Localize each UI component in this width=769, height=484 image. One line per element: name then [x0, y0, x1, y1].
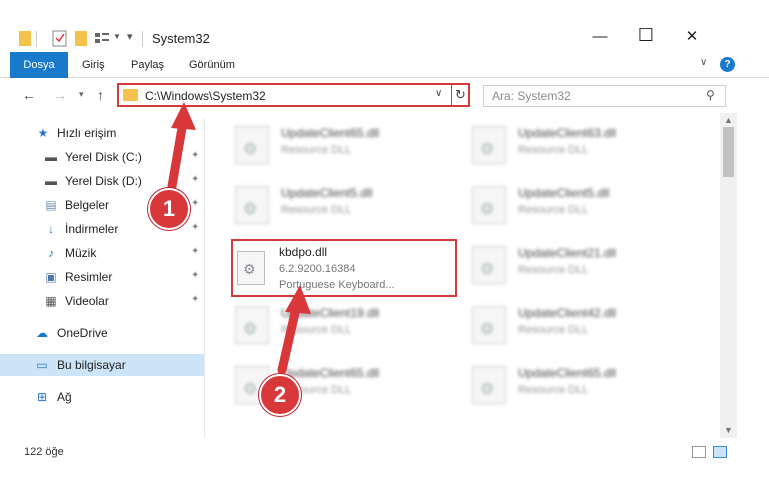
folder-icon [19, 31, 31, 46]
cloud-icon: ☁ [36, 326, 48, 340]
highlighted-file-item[interactable]: ⚙ kbdpo.dll 6.2.9200.16384 Portuguese Ke… [231, 239, 457, 297]
dll-file-icon: ⚙ [472, 366, 506, 404]
recent-locations-icon[interactable]: ▾ [79, 89, 84, 100]
view-options-icon[interactable] [94, 28, 110, 50]
file-description: Portuguese Keyboard... [279, 279, 395, 291]
drive-icon: ▬ [45, 150, 57, 164]
video-icon: ▦ [45, 294, 57, 308]
search-box[interactable]: Ara: System32 ⚲ [483, 85, 726, 107]
pictures-icon: ▣ [45, 270, 57, 284]
separator [36, 31, 37, 47]
dll-file-icon: ⚙ [472, 306, 506, 344]
computer-icon: ▭ [36, 358, 48, 372]
pin-icon[interactable]: ✦ [191, 270, 199, 281]
document-icon: ▤ [45, 198, 57, 212]
file-version: 6.2.9200.16384 [279, 263, 356, 275]
file-item[interactable]: ⚙ UpdateClient19.dll Resource DLL [233, 300, 463, 358]
sidebar-item-music[interactable]: ♪ Müzik ✦ [0, 242, 205, 264]
sidebar-item-videos[interactable]: ▦ Videolar ✦ [0, 290, 205, 312]
sidebar-item-onedrive[interactable]: ☁ OneDrive [0, 322, 205, 344]
sidebar-item-network[interactable]: ⊞ Ağ [0, 386, 205, 408]
tab-share[interactable]: Paylaş [131, 52, 164, 78]
sidebar-item-local-disk-c[interactable]: ▬ Yerel Disk (C:) ✦ [0, 146, 205, 168]
forward-button[interactable]: → [53, 87, 67, 103]
folder-icon [123, 89, 138, 101]
drive-icon: ▬ [45, 174, 57, 188]
star-icon: ★ [37, 126, 49, 140]
sidebar-item-pictures[interactable]: ▣ Resimler ✦ [0, 266, 205, 288]
dll-file-icon: ⚙ [235, 186, 269, 224]
details-view-icon[interactable] [692, 446, 706, 458]
chevron-down-icon[interactable]: ∨ [435, 88, 442, 99]
pin-icon[interactable]: ✦ [191, 222, 199, 233]
sidebar-item-this-pc[interactable]: ▭ Bu bilgisayar [0, 354, 205, 376]
navigation-bar: ← → ▾ ↑ C:\Windows\System32 ∨ ↻ Ara: Sys… [0, 79, 769, 113]
address-path[interactable]: C:\Windows\System32 [145, 89, 266, 103]
step-1-badge: 1 [148, 188, 190, 230]
file-item[interactable]: ⚙ UpdateClient21.dll Resource DLL [470, 240, 700, 298]
scroll-thumb[interactable] [723, 127, 734, 177]
search-input[interactable]: Ara: System32 [492, 89, 571, 103]
file-item[interactable]: ⚙ UpdateClient5.dll Resource DLL [470, 180, 700, 238]
scroll-down-icon[interactable]: ▼ [724, 425, 733, 435]
search-icon[interactable]: ⚲ [706, 88, 715, 102]
dll-file-icon: ⚙ [235, 306, 269, 344]
vertical-scrollbar[interactable]: ▲ ▼ [720, 113, 737, 438]
dll-file-icon: ⚙ [472, 186, 506, 224]
dll-file-icon: ⚙ [235, 126, 269, 164]
item-count: 122 öğe [24, 446, 64, 458]
scroll-up-icon[interactable]: ▲ [724, 115, 733, 125]
file-item[interactable]: ⚙ UpdateClient63.dll Resource DLL [470, 120, 700, 178]
network-icon: ⊞ [36, 390, 48, 404]
dll-file-icon: ⚙ [472, 246, 506, 284]
maximize-button[interactable]: ☐ [623, 20, 669, 50]
file-item[interactable]: ⚙ UpdateClient65.dll Resource DLL [470, 360, 700, 418]
refresh-icon[interactable]: ↻ [451, 84, 469, 106]
minimize-button[interactable]: — [577, 22, 623, 52]
file-name: kbdpo.dll [279, 245, 328, 259]
navigation-pane: ★ Hızlı erişim ▬ Yerel Disk (C:) ✦ ▬ Yer… [0, 118, 205, 438]
dll-file-icon: ⚙ [472, 126, 506, 164]
tab-home[interactable]: Giriş [82, 52, 105, 78]
pin-icon[interactable]: ✦ [191, 174, 199, 185]
window-title: System32 [152, 31, 210, 46]
file-item[interactable]: ⚙ UpdateClient5.dll Resource DLL [233, 180, 463, 238]
large-icons-view-icon[interactable] [713, 446, 727, 458]
file-item[interactable]: ⚙ UpdateClient65.dll Resource DLL [233, 120, 463, 178]
pin-icon[interactable]: ✦ [191, 294, 199, 305]
back-button[interactable]: ← [22, 87, 36, 103]
music-icon: ♪ [48, 246, 54, 260]
dll-file-icon: ⚙ [237, 251, 265, 285]
pin-icon[interactable]: ✦ [191, 198, 199, 209]
title-bar: ▼ ▾ System32 — ☐ ✕ [0, 0, 769, 52]
tab-file[interactable]: Dosya [10, 52, 68, 78]
step-2-badge: 2 [259, 374, 301, 416]
expand-ribbon-icon[interactable]: ∨ [700, 57, 707, 68]
download-icon: ↓ [48, 222, 54, 236]
customize-toolbar-icon[interactable]: ▾ [127, 30, 133, 52]
pane-divider[interactable] [204, 118, 205, 438]
status-bar: 122 öğe [0, 440, 769, 464]
pin-icon[interactable]: ✦ [191, 150, 199, 161]
up-button[interactable]: ↑ [97, 87, 104, 103]
new-folder-icon[interactable] [74, 28, 88, 50]
file-item[interactable]: ⚙ UpdateClient42.dll Resource DLL [470, 300, 700, 358]
help-icon[interactable]: ? [720, 57, 735, 72]
address-bar[interactable]: C:\Windows\System32 ∨ ↻ [117, 83, 470, 107]
ribbon-tabs: Dosya Giriş Paylaş Görünüm ∨ ? [0, 52, 769, 78]
tab-view[interactable]: Görünüm [189, 52, 235, 78]
sidebar-item-quick-access[interactable]: ★ Hızlı erişim [0, 122, 205, 144]
pin-icon[interactable]: ✦ [191, 246, 199, 257]
close-button[interactable]: ✕ [669, 22, 715, 52]
properties-icon[interactable] [52, 28, 68, 50]
chevron-down-icon[interactable]: ▼ [113, 32, 121, 54]
separator [142, 31, 143, 47]
